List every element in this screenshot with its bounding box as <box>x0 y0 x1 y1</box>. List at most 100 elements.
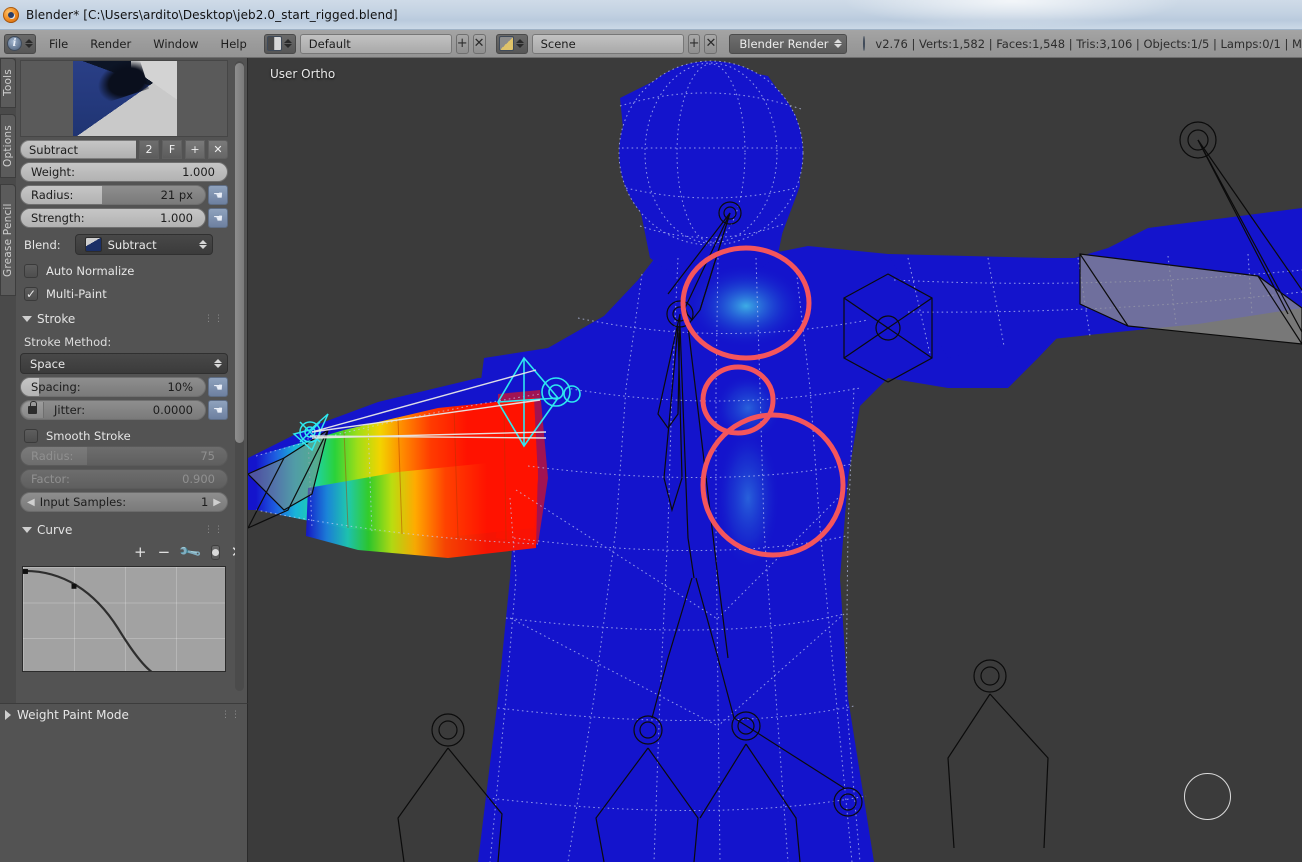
os-title-bar: Blender* [C:\Users\ardito\Desktop\jeb2.0… <box>0 0 1302 30</box>
curve-panel-title: Curve <box>37 523 73 537</box>
brush-name-field[interactable]: Subtract <box>20 140 136 159</box>
curve-preset-icon[interactable] <box>210 545 220 560</box>
info-editor-type-button[interactable] <box>4 33 36 54</box>
screen-layout-name-field[interactable]: Default <box>299 33 452 54</box>
strength-slider-value: 1.000 <box>160 211 193 225</box>
jitter-slider[interactable]: Jitter: 0.0000 <box>20 400 206 420</box>
curve-path <box>24 569 153 671</box>
spacing-slider[interactable]: Spacing: 10% <box>20 377 206 397</box>
new-brush-button[interactable]: + <box>185 140 205 159</box>
mode-disclosure-icon <box>5 710 11 720</box>
spacing-pressure-toggle-icon[interactable]: ☚ <box>208 377 228 397</box>
input-samples-label: Input Samples: <box>39 495 127 509</box>
brush-thumbnail-image <box>73 61 177 136</box>
weight-paint-mode-panel: Weight Paint Mode ⋮⋮ <box>0 703 248 862</box>
weight-paint-mode-label: Weight Paint Mode <box>17 708 129 722</box>
blend-mode-dropdown[interactable]: Subtract <box>74 234 213 255</box>
radius-slider[interactable]: Radius: 21 px <box>20 185 206 205</box>
input-samples-value: 1 <box>200 495 209 509</box>
render-engine-chevrons-icon <box>833 36 842 52</box>
radius-row: Radius: 21 px ☚ <box>20 185 230 205</box>
brush-fake-user-button[interactable]: F <box>162 140 182 159</box>
falloff-curve-widget[interactable] <box>22 566 226 672</box>
multi-paint-box-icon <box>24 287 38 301</box>
tool-shelf-scrollbar[interactable] <box>235 61 244 691</box>
blender-logo-icon <box>3 6 19 23</box>
auto-normalize-box-icon <box>24 264 38 278</box>
blend-mode-value: Subtract <box>107 237 157 252</box>
input-samples-inc-icon[interactable]: ▶ <box>213 497 221 508</box>
render-engine-icon <box>863 36 866 51</box>
tool-shelf-scrollbar-thumb[interactable] <box>235 63 244 443</box>
weight-paint-mode-header[interactable]: Weight Paint Mode ⋮⋮ <box>0 704 247 726</box>
spacing-slider-label: Spacing: <box>31 380 81 394</box>
info-editor-icon <box>7 36 22 51</box>
jitter-pressure-toggle-icon[interactable]: ☚ <box>208 400 228 420</box>
multi-paint-checkbox[interactable]: Multi-Paint <box>24 287 230 301</box>
tool-shelf-content: Subtract 2 F + ✕ Weight: 1.000 Radius: 2… <box>16 58 247 703</box>
smooth-radius-slider: Radius: 75 <box>20 446 228 466</box>
menu-window[interactable]: Window <box>144 35 207 53</box>
plus-icon[interactable]: + <box>134 545 147 560</box>
tab-grease-pencil[interactable]: Grease Pencil <box>0 184 16 296</box>
render-engine-label: Blender Render <box>739 36 829 51</box>
jitter-slider-value: 0.0000 <box>152 403 193 417</box>
multi-paint-label: Multi-Paint <box>46 287 107 301</box>
tool-shelf-tab-column: Tools Options Grease Pencil <box>0 58 16 703</box>
smooth-factor-value: 0.900 <box>182 472 215 486</box>
strength-slider-label: Strength: <box>31 211 85 225</box>
viewport-scene <box>248 60 1302 862</box>
jitter-lock-icon[interactable] <box>22 401 44 418</box>
add-scene-button[interactable]: + <box>687 33 701 54</box>
screen-layout-icon <box>266 36 282 51</box>
strength-row: Strength: 1.000 ☚ <box>20 208 230 228</box>
delete-scene-button[interactable]: ✕ <box>704 33 718 54</box>
brush-preview-thumbnail <box>20 60 228 137</box>
smooth-stroke-label: Smooth Stroke <box>46 429 131 443</box>
blend-mode-icon <box>84 237 102 252</box>
weight-glow-upper-back <box>686 264 806 348</box>
render-engine-dropdown[interactable]: Blender Render <box>729 33 848 54</box>
screen-layout-chevrons-icon <box>284 36 293 52</box>
brush-users-count-button[interactable]: 2 <box>139 140 159 159</box>
smooth-stroke-box-icon <box>24 429 38 443</box>
stroke-panel-title: Stroke <box>37 312 76 326</box>
strength-slider[interactable]: Strength: 1.000 <box>20 208 206 228</box>
scene-name-field[interactable]: Scene <box>531 33 684 54</box>
weight-slider[interactable]: Weight: 1.000 <box>20 162 228 182</box>
blend-row: Blend: Subtract <box>24 234 230 255</box>
add-screen-layout-button[interactable]: + <box>455 33 469 54</box>
unlink-brush-button[interactable]: ✕ <box>208 140 228 159</box>
screen-layout-browse-button[interactable] <box>263 33 296 54</box>
input-samples-field[interactable]: ◀ Input Samples: 1 ▶ <box>20 492 228 512</box>
menu-file[interactable]: File <box>40 35 77 53</box>
tab-options[interactable]: Options <box>0 114 16 178</box>
menu-render[interactable]: Render <box>81 35 140 53</box>
tab-tools[interactable]: Tools <box>0 58 16 108</box>
smooth-radius-label: Radius: <box>31 449 74 463</box>
curve-point-start[interactable] <box>23 568 28 574</box>
delete-screen-layout-button[interactable]: ✕ <box>472 33 486 54</box>
wrench-icon[interactable]: 🔧 <box>177 539 203 564</box>
weight-slider-label: Weight: <box>31 165 75 179</box>
stroke-method-value: Space <box>30 356 66 371</box>
strength-pressure-toggle-icon[interactable]: ☚ <box>208 208 228 228</box>
mode-panel-grip-icon: ⋮⋮ <box>221 710 241 720</box>
stroke-method-dropdown[interactable]: Space <box>20 353 228 374</box>
radius-slider-label: Radius: <box>31 188 74 202</box>
curve-toolbar: + − 🔧 ✕ <box>134 539 243 564</box>
radius-pressure-toggle-icon[interactable]: ☚ <box>208 185 228 205</box>
smooth-stroke-checkbox[interactable]: Smooth Stroke <box>24 429 230 443</box>
scene-browse-button[interactable] <box>495 33 528 54</box>
minus-icon[interactable]: − <box>158 545 171 560</box>
input-samples-dec-icon[interactable]: ◀ <box>27 497 35 508</box>
scene-chevrons-icon <box>516 36 525 52</box>
blender-top-header: File Render Window Help Default + ✕ Scen… <box>0 30 1302 58</box>
character-body <box>478 66 1302 862</box>
stroke-panel-header[interactable]: Stroke ⋮⋮ <box>22 312 230 326</box>
3d-viewport[interactable]: User Ortho <box>248 58 1302 862</box>
menu-help[interactable]: Help <box>212 35 256 53</box>
curve-point-mid[interactable] <box>71 583 77 589</box>
curve-panel-header[interactable]: Curve ⋮⋮ <box>22 523 230 537</box>
auto-normalize-checkbox[interactable]: Auto Normalize <box>24 264 230 278</box>
